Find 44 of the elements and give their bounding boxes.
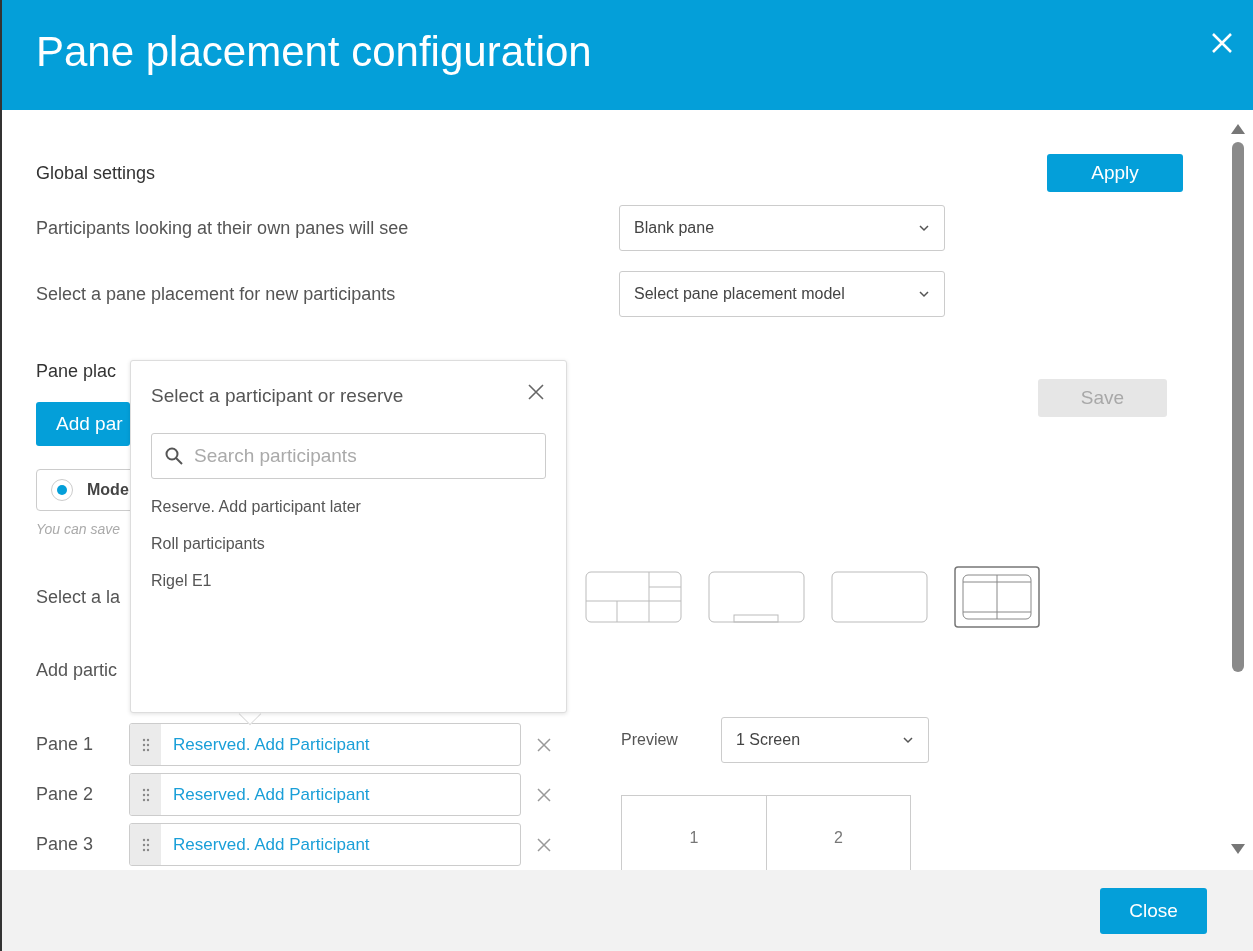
section-heading: Pane plac [36,361,117,382]
scrollbar-thumb[interactable] [1232,142,1244,672]
dropdown-value: 1 Screen [736,731,801,749]
chevron-down-icon [902,736,914,744]
pane-value: Reserved. Add Participant [173,834,370,855]
preview-label: Preview [621,731,679,749]
pane-label: Pane 3 [36,834,95,855]
pane-label: Pane 1 [36,734,95,755]
layout-label: Select a la [36,586,121,608]
chevron-down-icon [918,224,930,232]
layout-option[interactable] [708,571,805,623]
scroll-down-icon[interactable] [1231,844,1245,854]
search-field[interactable]: Search participants [151,433,546,479]
setting-label: Participants looking at their own panes will see [36,217,410,239]
drag-handle-icon[interactable] [141,787,150,802]
participant-option[interactable]: Rigel E1 [151,572,546,590]
popover-title: Select a participant or reserve [151,385,404,407]
mode-label: Mode [87,481,129,499]
dropdown-value: Blank pane [634,219,715,237]
drag-handle-icon[interactable] [141,837,150,852]
remove-icon[interactable] [537,837,551,852]
dialog-title: Pane placement configuration [36,28,592,76]
drag-handle-icon[interactable] [141,737,150,752]
hint-text: You can save [36,521,121,537]
section-label: Add partic [36,660,118,681]
section-heading: Global settings [36,162,156,184]
layout-option[interactable] [954,566,1040,628]
remove-icon[interactable] [537,787,551,802]
screen-dropdown[interactable]: 1 Screen [721,717,929,763]
scroll-up-icon[interactable] [1231,124,1245,134]
pane-value: Reserved. Add Participant [173,734,370,755]
dropdown-value: Select pane placement model [634,285,845,303]
close-icon[interactable] [528,384,544,400]
chevron-down-icon [918,290,930,298]
remove-icon[interactable] [537,737,551,752]
pane-number: 1 [689,829,699,848]
dropdown[interactable]: Blank pane [619,205,945,251]
pane-label: Pane 2 [36,784,95,805]
participant-option[interactable]: Roll participants [151,535,546,553]
setting-label: Select a pane placement for new participants [36,283,397,305]
search-icon [165,447,183,465]
pane-value: Reserved. Add Participant [173,784,370,805]
dropdown[interactable]: Select pane placement model [619,271,945,317]
pane-number: 2 [834,829,843,848]
